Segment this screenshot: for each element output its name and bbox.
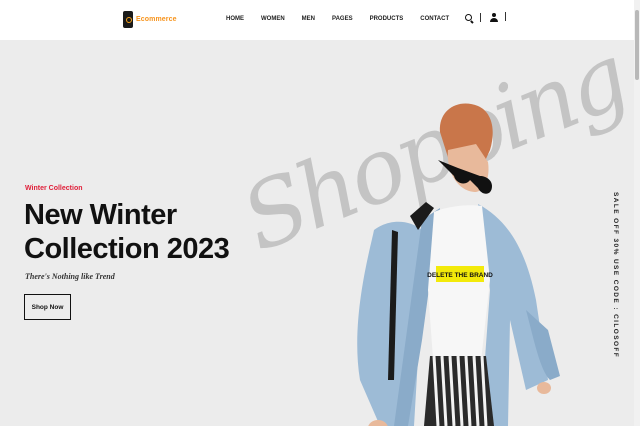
promo-side-text: SALE OFF 30% USE CODE : CILOSOFF	[612, 192, 619, 359]
search-icon[interactable]	[464, 13, 474, 23]
brand-name: Ecommerce	[136, 16, 177, 23]
shirt-print-text: DELETE THE BRAND	[427, 272, 493, 279]
divider	[505, 11, 506, 21]
nav-item-women[interactable]: WOMEN	[261, 16, 285, 22]
nav-item-home[interactable]: HOME	[226, 16, 244, 22]
nav-item-contact[interactable]: CONTACT	[420, 16, 449, 22]
nav-item-men[interactable]: MEN	[302, 16, 315, 22]
main-nav: HOME WOMEN MEN PAGES PRODUCTS CONTACT	[226, 16, 466, 22]
hero-banner: Shopping Winter Collection New Winter Co…	[0, 40, 634, 426]
nav-item-pages[interactable]: PAGES	[332, 16, 353, 22]
hero-tagline: There's Nothing like Trend	[25, 272, 115, 281]
brand-logo[interactable]: Ecommerce	[123, 11, 177, 28]
hero-title: New Winter Collection 2023	[24, 199, 230, 265]
site-header: Ecommerce HOME WOMEN MEN PAGES PRODUCTS …	[0, 0, 634, 40]
user-icon[interactable]	[489, 12, 499, 23]
scrollbar-thumb[interactable]	[635, 10, 639, 80]
divider	[480, 13, 481, 22]
hero-model-image: DELETE THE BRAND	[357, 103, 560, 426]
hero-subtitle: Winter Collection	[25, 185, 83, 192]
header-actions	[464, 11, 506, 23]
page: Ecommerce HOME WOMEN MEN PAGES PRODUCTS …	[0, 0, 640, 426]
shopping-bag-icon	[123, 11, 133, 28]
shop-now-button[interactable]: Shop Now	[24, 294, 71, 320]
page-scrollbar[interactable]	[634, 0, 640, 426]
nav-item-products[interactable]: PRODUCTS	[370, 16, 404, 22]
